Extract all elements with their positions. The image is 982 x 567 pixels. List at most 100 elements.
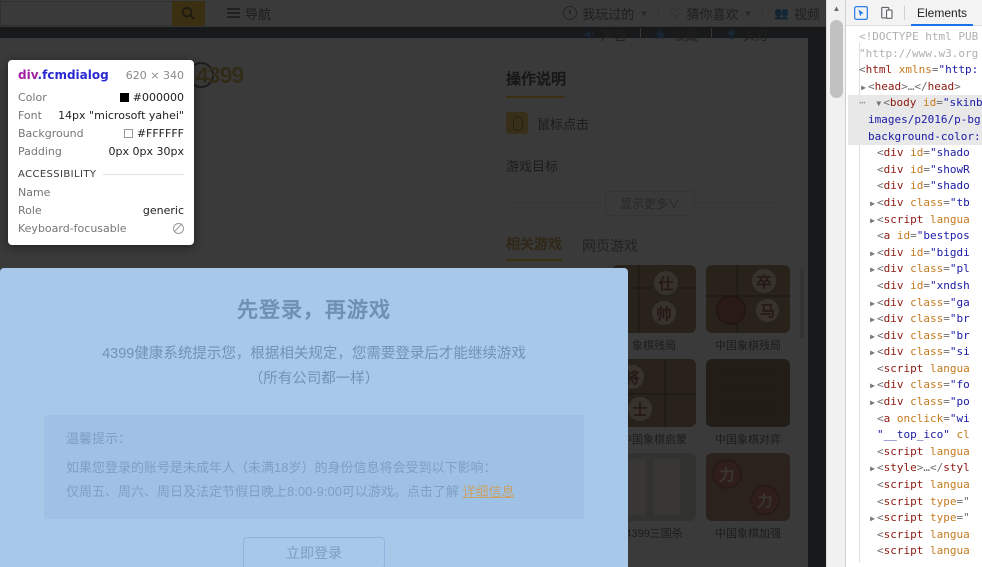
tab-web-games[interactable]: 网页游戏 <box>582 236 638 261</box>
scroll-up-arrow[interactable]: ▲ <box>827 0 845 17</box>
dom-tree-node[interactable]: <script langua <box>848 444 982 461</box>
dom-tree-node[interactable]: ▶ <div class="pl <box>848 261 982 278</box>
dom-tree-node[interactable]: ▶ <div id="bigdi <box>848 245 982 262</box>
dom-token: = <box>943 312 950 326</box>
no-entry-icon <box>173 222 184 234</box>
dom-tree-node[interactable]: <script langua <box>848 361 982 378</box>
search-input[interactable] <box>0 0 172 26</box>
dom-token: = <box>943 345 950 359</box>
fcmdialog: 先登录，再游戏 4399健康系统提示您，根据相关规定，您需要登录后才能继续游戏 … <box>0 268 628 567</box>
tab-elements[interactable]: Elements <box>911 0 974 26</box>
devtools-inspect-tooltip: div.fcmdialog 620 × 340 Color #000000 Fo… <box>8 60 194 245</box>
chevron-right-icon[interactable]: ▶ <box>868 262 877 278</box>
dom-tree-node[interactable]: images/p2016/p-bg. <box>848 111 982 129</box>
chevron-right-icon[interactable]: ▶ <box>868 345 877 361</box>
dom-token: type <box>929 511 957 525</box>
dom-tree-node[interactable]: ▶ <div class="fo <box>848 377 982 394</box>
chevron-right-icon[interactable]: ▶ <box>859 80 868 96</box>
list-item[interactable]: 中国象棋对弈 <box>706 359 790 447</box>
dom-tree-node[interactable]: "__top_ico" cl <box>848 427 982 444</box>
dom-tree-node[interactable]: "http://www.w3.org <box>848 46 982 63</box>
detail-info-link[interactable]: 详细信息 <box>463 484 515 499</box>
game-goal-label: 游戏目标 <box>506 159 559 174</box>
dom-tree-node[interactable]: <script langua <box>848 527 982 544</box>
accessibility-section-header: ACCESSIBILITY <box>18 169 184 180</box>
dom-tree-node[interactable]: ▶ <div class="tb <box>848 195 982 212</box>
dom-tree-node[interactable]: ▶ <head>…</head> <box>848 79 982 96</box>
row-value: #FFFFFF <box>123 127 184 140</box>
chevron-right-icon[interactable]: ▶ <box>868 296 877 312</box>
devtools-toolbar: Elements <box>846 0 982 26</box>
dom-token: langua <box>929 444 970 458</box>
dom-token: div <box>883 195 911 209</box>
dom-token: = <box>936 96 943 110</box>
row-key: Padding <box>18 144 62 158</box>
chevron-right-icon[interactable]: ▶ <box>868 461 877 477</box>
dom-tree-node[interactable]: <script type=" <box>848 494 982 511</box>
chevron-down-icon[interactable]: ▼ <box>874 96 883 112</box>
dom-token: < <box>877 395 884 409</box>
tree-overflow-dots: ⋯ <box>859 96 875 110</box>
dom-token: < <box>877 444 884 458</box>
dom-token: div <box>883 162 911 176</box>
chevron-right-icon[interactable]: ▶ <box>868 213 877 229</box>
dom-tree-node[interactable]: ⋯ ▼<body id="skinbo <box>848 95 982 112</box>
dom-tree-node[interactable]: <div id="xndsh <box>848 278 982 295</box>
dom-tree-node[interactable]: background-color: <box>848 128 982 146</box>
search-box[interactable] <box>0 0 205 26</box>
show-more-button[interactable]: 显示更多∨ <box>604 191 696 216</box>
dom-tree-node[interactable]: <html xmlns="http: <box>848 62 982 79</box>
site-logo[interactable]: 4399 <box>196 62 244 89</box>
dom-tree-node[interactable]: <div id="showR <box>848 162 982 179</box>
dom-tree[interactable]: <!DOCTYPE html PUB "http://www.w3.org <htm… <box>846 26 982 560</box>
dom-tree-node[interactable]: <script langua <box>848 477 982 494</box>
dom-tree-node[interactable]: <a id="bestpos <box>848 228 982 245</box>
dom-tree-node[interactable]: ▶ <script type=" <box>848 510 982 527</box>
thumbnail-scrollbar[interactable] <box>800 268 804 338</box>
dom-tree-node[interactable]: ▶ <div class="po <box>848 394 982 411</box>
row-value: generic <box>142 203 184 217</box>
show-more-row: 显示更多∨ <box>500 191 800 216</box>
dom-tree-node[interactable]: ▶ <script langua <box>848 212 982 229</box>
login-now-button[interactable]: 立即登录 <box>243 537 385 567</box>
dom-token: images/p2016/p-bg. <box>868 112 982 126</box>
dom-token: = <box>943 411 950 425</box>
dom-token: script <box>883 511 930 525</box>
dom-tree-node[interactable]: <!DOCTYPE html PUB <box>848 29 982 46</box>
dom-tree-node[interactable]: <a onclick="wi <box>848 411 982 428</box>
dom-tree-node[interactable]: <script langua <box>848 543 982 560</box>
chevron-right-icon[interactable]: ▶ <box>868 378 877 394</box>
chevron-right-icon[interactable]: ▶ <box>868 511 877 527</box>
dom-tree-node[interactable]: ▶ <div class="br <box>848 328 982 345</box>
dom-token: >…</ <box>901 79 928 93</box>
inspect-element-button[interactable] <box>850 3 872 23</box>
dom-tree-node[interactable]: <div id="shado <box>848 178 982 195</box>
page-scrollbar[interactable]: ▲ <box>826 0 845 567</box>
chevron-right-icon[interactable]: ▶ <box>868 329 877 345</box>
row-key: Name <box>18 185 51 199</box>
dom-token: "shado <box>930 179 970 193</box>
device-toolbar-button[interactable] <box>876 3 898 23</box>
chevron-right-icon[interactable]: ▶ <box>868 312 877 328</box>
dom-tree-node[interactable]: ▶ <div class="si <box>848 344 982 361</box>
dialog-tip-box: 温馨提示： 如果您登录的账号是未成年人（未满18岁）的身份信息将会受到以下影响：… <box>44 414 584 520</box>
list-item[interactable]: 卒 马 中国象棋残局 <box>706 265 790 353</box>
scrollbar-thumb[interactable] <box>830 20 843 98</box>
tooltip-row-background: Background #FFFFFF <box>18 124 184 142</box>
dom-tree-node[interactable]: <div id="shado <box>848 145 982 162</box>
dom-tree-node[interactable]: ▶ <style>…</styl <box>848 460 982 477</box>
list-item[interactable]: 力 力 中国象棋加强 <box>706 453 790 541</box>
nav-menu-button[interactable]: 导航 <box>227 4 271 23</box>
tab-related-games[interactable]: 相关游戏 <box>506 234 562 261</box>
search-button[interactable] <box>172 0 205 26</box>
chevron-right-icon[interactable]: ▶ <box>868 395 877 411</box>
sound-button[interactable]: 声音 <box>570 25 640 44</box>
lights-off-button[interactable]: 关灯 <box>712 25 782 44</box>
dom-token: =" <box>956 494 970 508</box>
chevron-right-icon[interactable]: ▶ <box>868 246 877 262</box>
chevron-right-icon[interactable]: ▶ <box>868 196 877 212</box>
dom-token: > <box>954 79 961 93</box>
favorite-button[interactable]: 收藏 <box>641 25 711 44</box>
dom-tree-node[interactable]: ▶ <div class="ga <box>848 295 982 312</box>
dom-tree-node[interactable]: ▶ <div class="br <box>848 311 982 328</box>
